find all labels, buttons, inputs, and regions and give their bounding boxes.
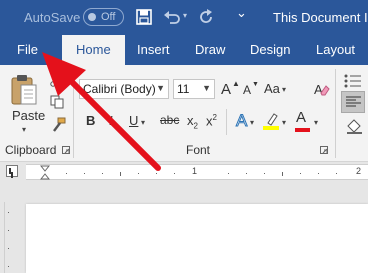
caret-down-icon: ▼ — [252, 81, 259, 88]
horizontal-ruler[interactable]: 1 2 — [26, 164, 368, 180]
italic-button[interactable]: I — [109, 113, 113, 128]
save-icon[interactable] — [136, 7, 152, 27]
document-page[interactable] — [26, 204, 368, 273]
tab-design[interactable]: Design — [250, 42, 290, 57]
align-left-button[interactable] — [341, 91, 365, 113]
cut-icon[interactable] — [50, 73, 64, 87]
undo-icon[interactable] — [163, 7, 181, 27]
tab-selector-icon[interactable] — [6, 165, 18, 177]
ruler-bar: 1 2 — [0, 162, 368, 182]
chevron-down-icon: ▼ — [202, 83, 211, 93]
font-size-select[interactable]: 11 ▼ — [173, 79, 215, 99]
caret-up-icon: ▲ — [232, 79, 240, 88]
ruler-mark: 2 — [356, 166, 362, 176]
subscript-button[interactable]: x2 — [187, 113, 198, 131]
font-color-dropdown-icon[interactable]: ▾ — [314, 118, 318, 127]
ruler-mark: 1 — [192, 166, 198, 176]
grow-font-button[interactable]: A — [221, 81, 231, 98]
clear-formatting-icon[interactable]: A — [314, 81, 330, 97]
font-color-button[interactable]: A — [296, 109, 306, 126]
autosave-state: Off — [101, 11, 116, 23]
font-group-label: Font — [186, 143, 211, 157]
document-title: This Document Is — [273, 10, 368, 25]
title-bar: AutoSave Off ▾ ⌄ This Document Is — [0, 0, 368, 35]
superscript-digit: 2 — [212, 113, 217, 122]
vertical-ruler[interactable] — [4, 202, 16, 273]
format-painter-icon[interactable] — [50, 117, 66, 133]
shading-icon[interactable] — [345, 118, 363, 134]
tab-insert[interactable]: Insert — [137, 42, 170, 57]
paste-dropdown-icon[interactable]: ▾ — [22, 125, 26, 134]
change-case-button[interactable]: Aa — [264, 81, 280, 96]
clipboard-launcher-icon[interactable] — [62, 146, 70, 154]
toolbar-divider — [226, 109, 227, 135]
subscript-digit: 2 — [193, 121, 198, 131]
font-color-bar — [295, 128, 310, 132]
paste-icon[interactable] — [10, 73, 38, 107]
underline-button[interactable]: U — [129, 113, 138, 128]
bullets-icon[interactable] — [344, 73, 362, 89]
ruler-ticks — [66, 172, 337, 176]
toggle-knob — [88, 13, 96, 21]
tab-file[interactable]: File — [17, 42, 38, 57]
tab-layout[interactable]: Layout — [316, 42, 355, 57]
group-separator — [335, 69, 336, 158]
tab-home[interactable]: Home — [62, 35, 125, 66]
font-family-value: Calibri (Body) — [83, 82, 156, 96]
clipboard-group-label: Clipboard — [5, 143, 57, 157]
customize-toolbar-icon[interactable]: ⌄ — [236, 5, 247, 21]
text-effects-button[interactable]: A — [235, 111, 247, 131]
highlight-dropdown-icon[interactable]: ▾ — [282, 118, 286, 127]
font-launcher-icon[interactable] — [320, 146, 328, 154]
redo-icon[interactable] — [198, 7, 214, 27]
align-left-icon — [346, 96, 361, 107]
tab-draw[interactable]: Draw — [195, 42, 225, 57]
highlight-icon[interactable] — [262, 111, 280, 131]
document-area — [0, 182, 368, 273]
autosave-toggle[interactable]: Off — [83, 8, 124, 26]
underline-dropdown-icon[interactable]: ▾ — [141, 118, 145, 127]
autosave-label: AutoSave — [24, 10, 81, 25]
bold-button[interactable]: B — [86, 113, 95, 128]
chevron-down-icon: ▼ — [156, 83, 165, 93]
home-ribbon: Paste ▾ Clipboard Calibri (Body) ▼ 11 ▼ … — [0, 65, 368, 162]
paste-button[interactable]: Paste — [12, 108, 45, 123]
superscript-button[interactable]: x2 — [206, 113, 217, 128]
change-case-dropdown-icon[interactable]: ▾ — [282, 85, 286, 94]
copy-icon[interactable] — [50, 95, 64, 109]
shrink-font-button[interactable]: A — [243, 83, 251, 97]
font-size-value: 11 — [177, 82, 190, 96]
font-family-select[interactable]: Calibri (Body) ▼ — [79, 79, 169, 99]
group-separator — [73, 69, 74, 158]
text-effects-dropdown-icon[interactable]: ▾ — [250, 118, 254, 127]
indent-marker-icon[interactable] — [40, 165, 50, 180]
undo-dropdown-icon[interactable]: ▾ — [183, 11, 187, 20]
ribbon-tabs: File Home Insert Draw Design Layout — [0, 35, 368, 66]
strikethrough-button[interactable]: abc — [160, 113, 179, 127]
